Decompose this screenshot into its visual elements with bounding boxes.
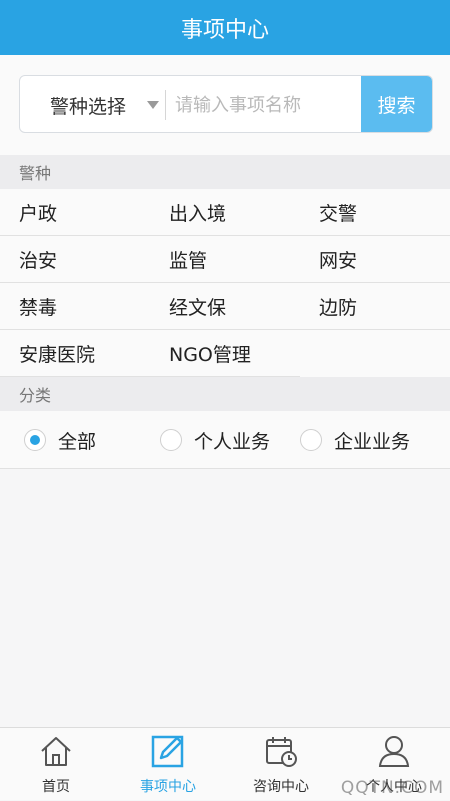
- radio-personal[interactable]: 个人业务: [160, 411, 270, 469]
- category-section-header: 分类: [0, 377, 450, 411]
- watermark: QQTN.COM: [340, 778, 444, 798]
- category-section-title: 分类: [19, 386, 52, 405]
- police-type-item[interactable]: 出入境: [169, 189, 226, 236]
- radio-unchecked-icon: [300, 429, 322, 451]
- grid-row: 安康医院 NGO管理: [0, 330, 450, 377]
- police-type-item[interactable]: 边防: [319, 283, 357, 330]
- police-type-grid: 户政 出入境 交警 治安 监管 网安 禁毒 经文保 边防 安康医院 NGO管理: [0, 189, 450, 377]
- search-area: 警种选择 搜索: [0, 55, 450, 155]
- police-type-item[interactable]: 安康医院: [19, 330, 95, 377]
- grid-row: 治安 监管 网安: [0, 236, 450, 283]
- police-type-item[interactable]: 治安: [19, 236, 57, 283]
- bottom-tab-bar: 首页 事项中心 咨询中心 个人中心 QQTN.COM: [0, 727, 450, 800]
- radio-unchecked-icon: [160, 429, 182, 451]
- grid-row: 户政 出入境 交警: [0, 189, 450, 236]
- divider: [165, 90, 166, 120]
- police-type-select[interactable]: 警种选择: [20, 76, 165, 132]
- app-header: 事项中心: [0, 0, 450, 55]
- police-type-item[interactable]: NGO管理: [169, 330, 251, 377]
- radio-all[interactable]: 全部: [24, 411, 96, 469]
- police-type-item[interactable]: 户政: [19, 189, 57, 236]
- home-icon: [41, 737, 71, 766]
- tab-home[interactable]: 首页: [0, 728, 112, 801]
- police-type-item[interactable]: 经文保: [169, 283, 226, 330]
- police-section-header: 警种: [0, 155, 450, 189]
- caret-down-icon: [147, 101, 159, 109]
- police-section-title: 警种: [19, 164, 52, 183]
- radio-enterprise[interactable]: 企业业务: [300, 411, 410, 469]
- radio-label: 企业业务: [334, 430, 411, 453]
- radio-checked-icon: [24, 429, 46, 451]
- page-title: 事项中心: [180, 17, 269, 43]
- police-type-item[interactable]: 交警: [319, 189, 357, 236]
- radio-label: 个人业务: [194, 430, 271, 453]
- police-type-item[interactable]: 监管: [169, 236, 207, 283]
- search-bar: 警种选择 搜索: [19, 75, 433, 133]
- tab-consult-center[interactable]: 咨询中心: [225, 728, 337, 801]
- category-radio-group: 全部 个人业务 企业业务: [0, 411, 450, 469]
- police-type-select-label: 警种选择: [50, 95, 127, 118]
- tab-items-center[interactable]: 事项中心: [112, 728, 224, 801]
- police-type-item[interactable]: 禁毒: [19, 283, 57, 330]
- edit-icon: [151, 735, 184, 768]
- radio-label: 全部: [58, 430, 97, 453]
- police-type-item[interactable]: 网安: [319, 236, 357, 283]
- tab-label: 事项中心: [140, 779, 196, 795]
- grid-row: 禁毒 经文保 边防: [0, 283, 450, 330]
- search-button-label: 搜索: [377, 94, 416, 117]
- calendar-clock-icon: [266, 737, 297, 767]
- tab-label: 咨询中心: [253, 779, 309, 795]
- user-icon: [378, 736, 410, 767]
- tab-label: 首页: [42, 779, 70, 795]
- search-input[interactable]: [173, 76, 365, 132]
- search-button[interactable]: 搜索: [361, 76, 432, 132]
